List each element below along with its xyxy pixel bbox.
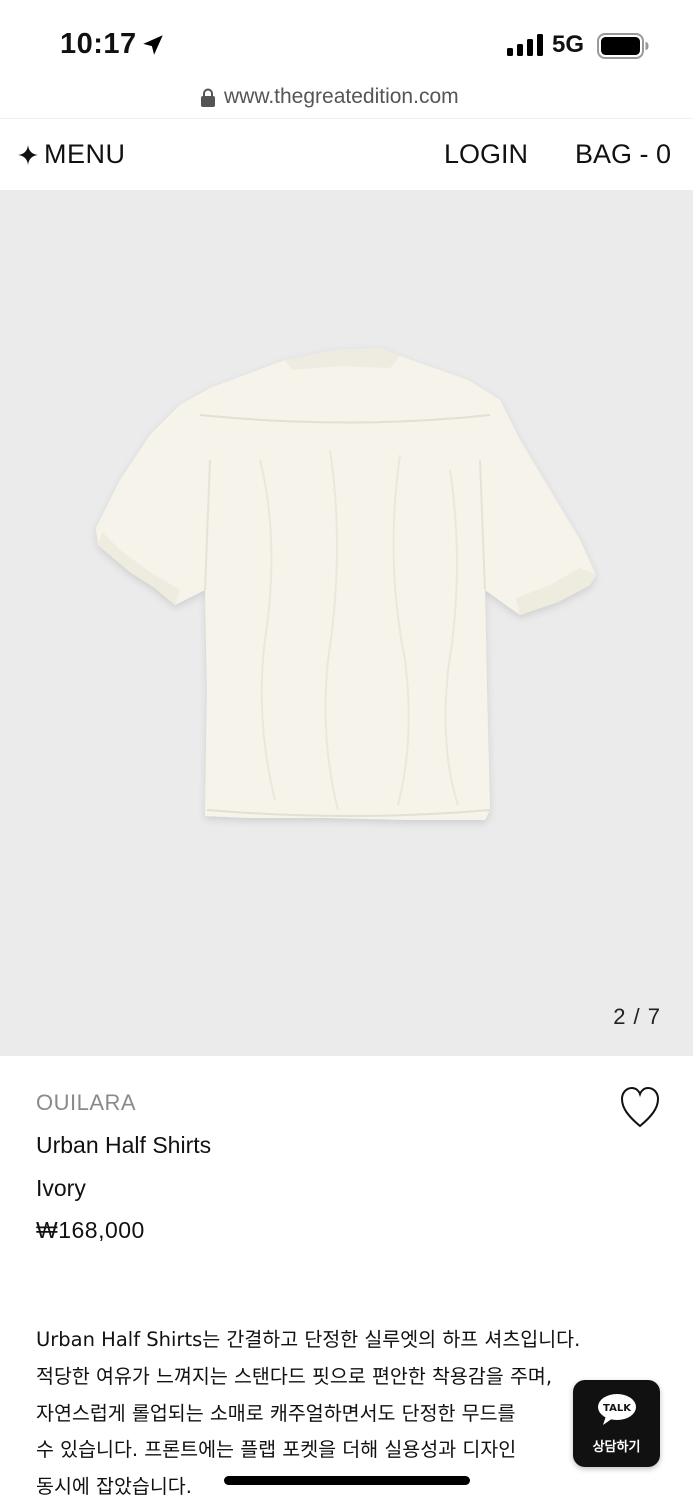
chat-consult-button[interactable]: TALK 상담하기 bbox=[573, 1380, 660, 1467]
status-bar: 10:17 5G bbox=[0, 0, 693, 80]
signal-bars-icon bbox=[507, 34, 543, 56]
url-text[interactable]: www.thegreatedition.com bbox=[224, 85, 459, 109]
product-name: Urban Half Shirts bbox=[36, 1132, 212, 1158]
browser-url-bar[interactable]: www.thegreatedition.com bbox=[0, 80, 693, 118]
login-link[interactable]: LOGIN bbox=[444, 139, 528, 170]
status-time: 10:17 bbox=[60, 28, 137, 60]
bag-link[interactable]: BAG - 0 bbox=[575, 139, 671, 170]
image-counter: 2 / 7 bbox=[613, 1004, 661, 1029]
product-image-gallery[interactable]: 2 / 7 bbox=[0, 190, 693, 1056]
product-color: Ivory bbox=[36, 1175, 86, 1201]
description-line: 자연스럽게 롤업되는 소매로 캐주얼하면서도 단정한 무드를 bbox=[36, 1401, 516, 1425]
menu-button[interactable]: MENU bbox=[18, 139, 126, 170]
talk-bubble-icon: TALK bbox=[598, 1394, 636, 1425]
menu-label: MENU bbox=[44, 139, 126, 169]
battery-icon bbox=[597, 33, 649, 59]
location-arrow-icon bbox=[143, 35, 163, 55]
heart-icon[interactable] bbox=[620, 1086, 660, 1130]
description-line: 적당한 여유가 느껴지는 스탠다드 핏으로 편안한 착용감을 주며, bbox=[36, 1364, 553, 1388]
sparkle-icon bbox=[18, 144, 38, 165]
shirt-image bbox=[96, 348, 596, 820]
talk-bubble-text: TALK bbox=[603, 1403, 632, 1414]
description-line: 수 있습니다. 프론트에는 플랩 포켓을 더해 실용성과 디자인 bbox=[36, 1438, 517, 1462]
site-header: MENU LOGIN BAG - 0 bbox=[0, 118, 693, 190]
product-brand[interactable]: OUILARA bbox=[36, 1090, 136, 1116]
chat-label: 상담하기 bbox=[592, 1440, 641, 1455]
home-indicator[interactable] bbox=[224, 1476, 470, 1485]
product-description: Urban Half Shirts는 간결하고 단정한 실루엣의 하프 셔츠입니… bbox=[36, 1322, 656, 1500]
network-label: 5G bbox=[552, 31, 585, 58]
product-price: ₩168,000 bbox=[36, 1217, 145, 1243]
lock-icon bbox=[201, 88, 215, 107]
description-line: Urban Half Shirts는 간결하고 단정한 실루엣의 하프 셔츠입니… bbox=[36, 1328, 581, 1351]
